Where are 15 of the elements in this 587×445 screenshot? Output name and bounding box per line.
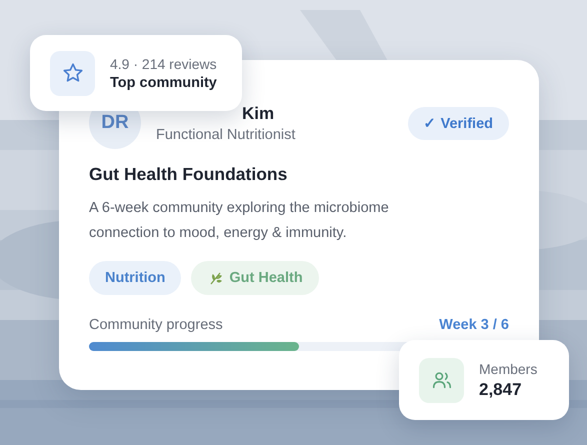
rating-label: Top community [110, 74, 217, 90]
community-title: Gut Health Foundations [89, 164, 288, 185]
progress-reading: Week 3 / 6 [439, 317, 509, 333]
progress-label: Community progress [89, 317, 223, 333]
tag[interactable]: Gut Health [191, 261, 319, 295]
leaf-icon [209, 271, 224, 285]
rating-text: 4.9 · 214 reviews [110, 56, 217, 72]
verified-badge: ✓ Verified [408, 106, 509, 140]
community-description: A 6-week community exploring the microbiome connection to mood, energy & immunity. [89, 199, 390, 243]
members-count: 2,847 [479, 380, 523, 400]
star-icon [62, 62, 84, 84]
host-name: Kim [241, 104, 276, 124]
members-label: Members [479, 360, 538, 376]
host-role: Functional Nutritionist [156, 126, 296, 142]
tag[interactable]: Nutrition [89, 261, 182, 295]
